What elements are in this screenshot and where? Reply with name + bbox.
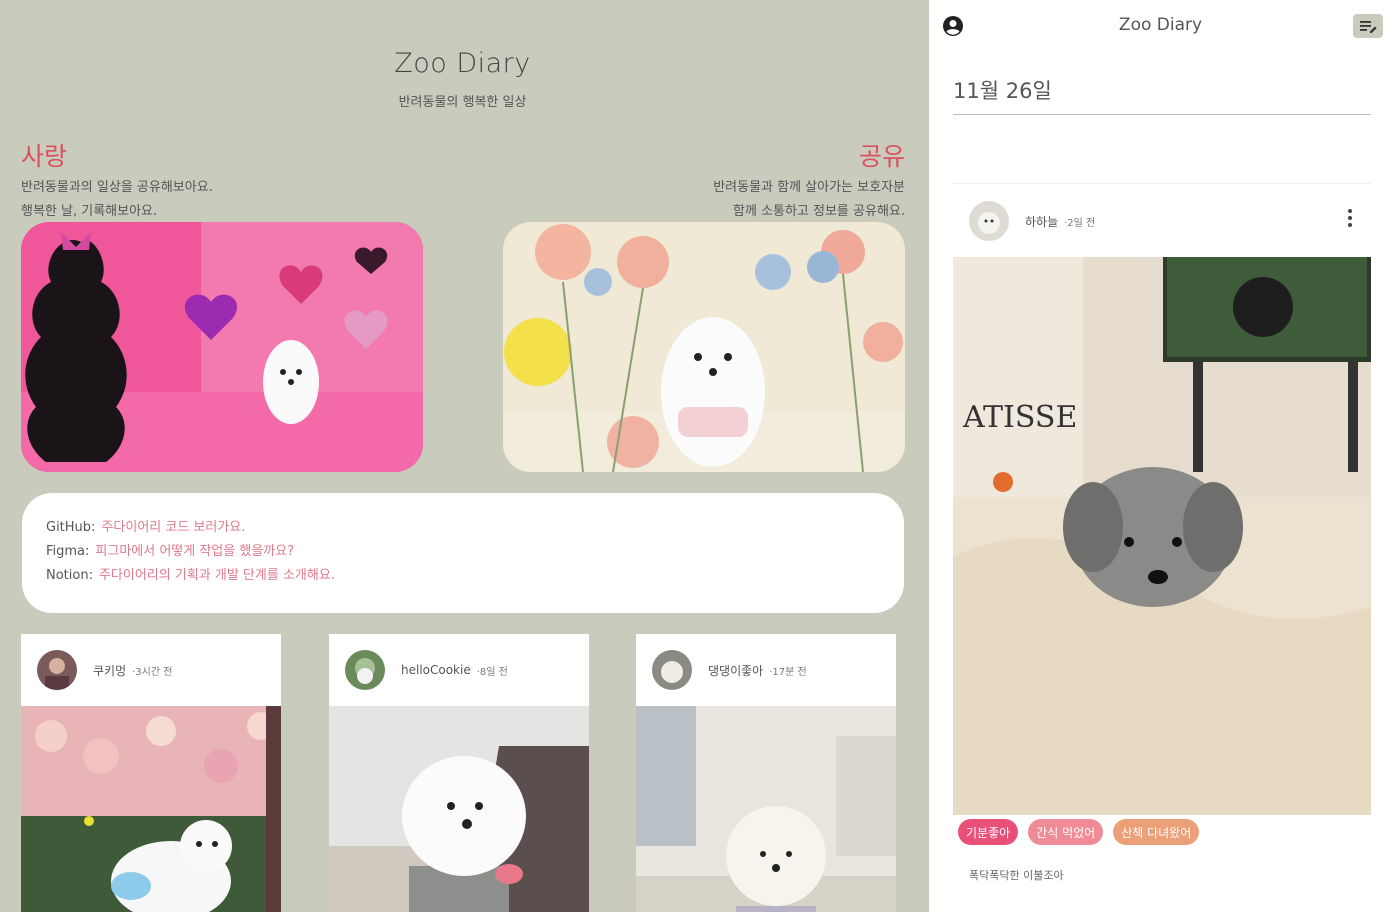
mood-tags: 기분좋아 간식 먹었어 산책 다녀왔어 bbox=[958, 819, 1200, 845]
detail-panel: Zoo Diary 11월 26일 하하늘 ·2일 전 ATISSE 기분좋아 … bbox=[929, 0, 1392, 912]
mood-tag[interactable]: 기분좋아 bbox=[958, 819, 1019, 845]
avatar[interactable] bbox=[345, 650, 385, 690]
post-card[interactable]: 쿠키멍 ·3시간 전 bbox=[21, 634, 281, 912]
post-username[interactable]: 쿠키멍 bbox=[93, 662, 126, 679]
love-hero-image bbox=[21, 222, 423, 472]
panel-title: Zoo Diary bbox=[1118, 15, 1203, 35]
post-time: ·3시간 전 bbox=[132, 666, 173, 678]
svg-text:ATISSE: ATISSE bbox=[962, 400, 1077, 435]
avatar[interactable] bbox=[37, 650, 77, 690]
love-description: 반려동물과의 일상을 공유해보아요. 행복한 날, 기록해보아요. bbox=[21, 176, 213, 224]
figma-link[interactable]: 피그마에서 어떻게 작업을 했을까요? bbox=[95, 544, 294, 559]
post-username[interactable]: 하하늘 bbox=[1025, 213, 1058, 230]
love-heading: 사랑 bbox=[21, 142, 68, 171]
mood-tag[interactable]: 간식 먹었어 bbox=[1028, 819, 1104, 845]
notion-label: Notion: bbox=[46, 568, 93, 583]
github-link-row: GitHub: 주다이어리 코드 보러가요. bbox=[46, 516, 880, 540]
diary-date: 11월 26일 bbox=[953, 79, 1052, 103]
post-header: 쿠키멍 ·3시간 전 bbox=[21, 634, 281, 706]
post-time: ·2일 전 bbox=[1064, 217, 1096, 229]
figma-link-row: Figma: 피그마에서 어떻게 작업을 했을까요? bbox=[46, 540, 880, 564]
post-caption: 폭닥폭닥한 이불조아 bbox=[969, 869, 1064, 882]
post-username[interactable]: 댕댕이좋아 bbox=[708, 662, 763, 679]
notion-link[interactable]: 주다이어리의 기획과 개발 단계를 소개해요. bbox=[99, 568, 335, 583]
divider bbox=[953, 114, 1371, 115]
post-image[interactable] bbox=[636, 706, 896, 912]
post-header: 하하늘 ·2일 전 bbox=[969, 201, 1095, 241]
diary-post-image[interactable]: ATISSE bbox=[953, 257, 1371, 815]
edit-note-button[interactable] bbox=[1353, 14, 1383, 38]
post-image[interactable] bbox=[329, 706, 589, 912]
edit-note-icon bbox=[1360, 21, 1377, 33]
share-line: 함께 소통하고 정보를 공유해요. bbox=[732, 204, 905, 219]
post-time: ·8일 전 bbox=[476, 666, 508, 678]
mood-tag[interactable]: 산책 다녀왔어 bbox=[1113, 819, 1200, 845]
github-label: GitHub: bbox=[46, 520, 96, 535]
post-time: ·17분 전 bbox=[769, 666, 807, 678]
post-username[interactable]: helloCookie bbox=[401, 663, 471, 677]
figma-label: Figma: bbox=[46, 544, 90, 559]
post-image[interactable] bbox=[21, 706, 281, 912]
more-vertical-icon[interactable] bbox=[1347, 208, 1353, 228]
avatar[interactable] bbox=[969, 201, 1009, 241]
site-title: Zoo Diary bbox=[394, 48, 531, 79]
site-subtitle: 반려동물의 행복한 일상 bbox=[398, 95, 527, 110]
avatar[interactable] bbox=[652, 650, 692, 690]
links-card: GitHub: 주다이어리 코드 보러가요. Figma: 피그마에서 어떻게 작업… bbox=[22, 493, 904, 613]
post-card[interactable]: helloCookie ·8일 전 bbox=[329, 634, 589, 912]
post-card[interactable]: 댕댕이좋아 ·17분 전 bbox=[636, 634, 896, 912]
main-panel: Zoo Diary 반려동물의 행복한 일상 사랑 반려동물과의 일상을 공유해… bbox=[0, 0, 929, 912]
share-description: 반려동물과 함께 살아가는 보호자분 함께 소통하고 정보를 공유해요. bbox=[713, 176, 905, 224]
share-hero-image bbox=[503, 222, 905, 472]
share-line: 반려동물과 함께 살아가는 보호자분 bbox=[713, 180, 905, 195]
notion-link-row: Notion: 주다이어리의 기획과 개발 단계를 소개해요. bbox=[46, 564, 880, 588]
love-line: 반려동물과의 일상을 공유해보아요. bbox=[21, 180, 213, 195]
post-header: 댕댕이좋아 ·17분 전 bbox=[636, 634, 896, 706]
share-heading: 공유 bbox=[858, 142, 905, 171]
diary-post-card: 하하늘 ·2일 전 ATISSE 기분좋아 간식 먹었어 산책 다녀왔어 폭닥폭… bbox=[953, 183, 1371, 912]
post-header: helloCookie ·8일 전 bbox=[329, 634, 589, 706]
github-link[interactable]: 주다이어리 코드 보러가요. bbox=[101, 520, 245, 535]
love-line: 행복한 날, 기록해보아요. bbox=[21, 204, 158, 219]
